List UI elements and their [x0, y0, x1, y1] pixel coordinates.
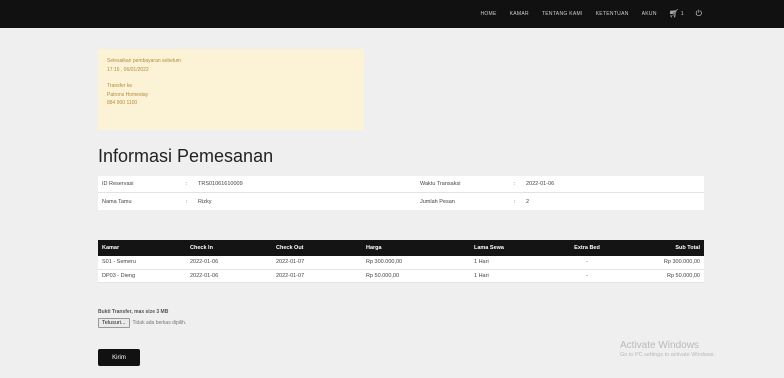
payment-notice: Selesaikan pembayaran sebelum 17:16 , 06… [98, 49, 364, 130]
cell-extra-bed: - [552, 269, 622, 283]
col-check-out: Check Out [272, 240, 362, 256]
cell-harga: Rp 50.000,00 [362, 269, 470, 283]
col-harga: Harga [362, 240, 470, 256]
cell-kamar: S01 - Semeru [98, 256, 186, 270]
notice-deadline-time: 17:16 , 06/01/2022 [107, 66, 149, 73]
col-sub-total: Sub Total [622, 240, 704, 256]
notice-deadline-label: Selesaikan pembayaran sebelum [107, 58, 181, 64]
nav-kamar[interactable]: KAMAR [510, 11, 529, 17]
table-header-row: Kamar Check In Check Out Harga Lama Sewa… [98, 240, 704, 256]
file-status: Tidak ada berkas dipilih. [132, 320, 187, 326]
cell-lama-sewa: 1 Hari [470, 269, 552, 283]
page-title: Informasi Pemesanan [98, 146, 274, 166]
cell-sub-total: Rp 300.000,00 [622, 256, 704, 270]
table-row: DP03 - Dieng 2022-01-06 2022-01-07 Rp 50… [98, 269, 704, 283]
nav-home[interactable]: HOME [480, 11, 496, 17]
info-value: TRS01061610009 [198, 181, 243, 187]
info-label: ID Reservasi [102, 181, 134, 187]
submit-button[interactable]: Kirim [98, 349, 140, 366]
cart-icon[interactable]: 🛒︎ [669, 10, 679, 18]
col-extra-bed: Extra Bed [552, 240, 622, 256]
info-label: Nama Tamu [102, 198, 132, 205]
cart-count: 1 [680, 11, 684, 17]
col-check-in: Check In [186, 240, 272, 256]
cell-extra-bed: - [552, 256, 622, 270]
booking-table: Kamar Check In Check Out Harga Lama Sewa… [98, 240, 704, 283]
cell-harga: Rp 300.000,00 [362, 256, 470, 270]
watermark-subtitle: Go to PC settings to activate Windows. [620, 352, 716, 358]
info-row: ID Reservasi : TRS01061610009 Waktu Tran… [98, 176, 704, 193]
info-label: Jumlah Pesan [420, 198, 455, 205]
info-value: Rizky [198, 198, 212, 205]
notice-transfer-label: Transfer ke [107, 83, 133, 90]
upload-label: Bukti Transfer, max size 3 MB [98, 309, 169, 315]
info-row: Nama Tamu : Rizky Jumlah Pesan : 2 [98, 193, 704, 210]
info-value: 2 [526, 198, 530, 205]
top-navbar: HOME KAMAR TENTANG KAMI KETENTUAN AKUN 🛒… [0, 0, 784, 28]
notice-account-number: 884 900 1100 [107, 100, 138, 107]
cell-check-out: 2022-01-07 [272, 269, 362, 283]
info-value: 2022-01-06 [526, 181, 555, 187]
nav-akun[interactable]: AKUN [642, 11, 657, 17]
cell-check-in: 2022-01-06 [186, 269, 272, 283]
logout-icon[interactable]: ⏻ [696, 10, 702, 18]
windows-watermark: Activate Windows Go to PC settings to ac… [620, 340, 715, 358]
reservation-info: ID Reservasi : TRS01061610009 Waktu Tran… [98, 176, 704, 210]
cell-sub-total: Rp 50.000,00 [622, 269, 704, 283]
info-label: Waktu Transaksi [420, 181, 461, 187]
col-lama-sewa: Lama Sewa [470, 240, 552, 256]
browse-file-button[interactable]: Telusuri... [98, 318, 130, 328]
table-row: S01 - Semeru 2022-01-06 2022-01-07 Rp 30… [98, 256, 704, 270]
cell-kamar: DP03 - Dieng [98, 269, 186, 283]
cell-check-out: 2022-01-07 [272, 256, 362, 270]
watermark-title: Activate Windows [620, 340, 699, 351]
cell-check-in: 2022-01-06 [186, 256, 272, 270]
nav-tentang-kami[interactable]: TENTANG KAMI [542, 11, 583, 17]
notice-account-name: Patrons Homestay [107, 91, 149, 98]
cell-lama-sewa: 1 Hari [470, 256, 552, 270]
upload-section: Bukti Transfer, max size 3 MB Telusuri..… [98, 309, 186, 328]
nav-ketentuan[interactable]: KETENTUAN [596, 11, 629, 17]
col-kamar: Kamar [98, 240, 186, 256]
